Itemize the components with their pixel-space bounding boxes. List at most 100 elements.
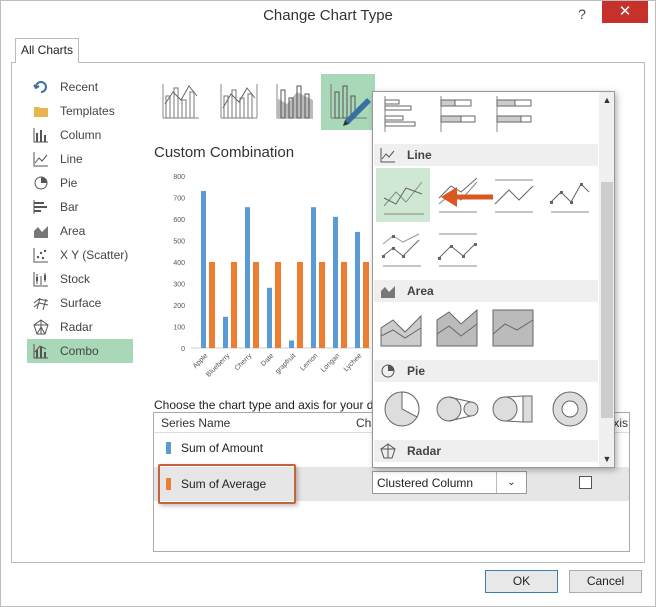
sidebar-item-label: Recent (60, 80, 99, 94)
sidebar-item-templates[interactable]: Templates (27, 99, 133, 123)
percent-stacked-area-icon (492, 309, 534, 347)
x-tick-label: Cherry (234, 352, 254, 372)
gallery-stacked-line-markers[interactable] (379, 226, 425, 272)
subtype-clustered-column-line[interactable] (153, 74, 207, 130)
bar-average (363, 262, 369, 348)
gallery-100-stacked-line[interactable] (491, 172, 537, 218)
subtype-column-line-secondary[interactable] (211, 74, 265, 130)
secondary-axis-checkbox[interactable] (579, 476, 592, 489)
bar-chart-icon (33, 200, 47, 214)
bar-amount (355, 231, 360, 348)
pie-of-pie-icon (436, 396, 479, 422)
scrollbar-thumb[interactable] (601, 182, 613, 418)
choose-chart-type-label: Choose the chart type and axis for your … (154, 398, 374, 412)
bar-amount (201, 191, 206, 348)
gallery-section-pie: Pie (374, 360, 598, 382)
gallery-bar-100-stacked[interactable] (491, 92, 537, 138)
gallery-bar-clustered[interactable] (379, 92, 425, 138)
stacked-area-icon (436, 308, 478, 347)
chart-type-select[interactable]: Clustered Column ⌄ (372, 471, 527, 494)
line-with-markers-icon (550, 183, 590, 213)
series-name-header: Series Name (161, 416, 231, 430)
gallery-section-radar: Radar (374, 440, 598, 462)
sidebar-item-recent[interactable]: Recent (27, 75, 133, 99)
sidebar-item-column[interactable]: Column (27, 123, 133, 147)
y-tick-label: 800 (173, 174, 185, 181)
bar-average (297, 262, 303, 348)
chart-type-value: Clustered Column (377, 476, 474, 490)
bar-amount (267, 287, 272, 348)
area-icon (380, 314, 422, 347)
gallery-100-stacked-area[interactable] (491, 306, 537, 352)
bar-amount (289, 340, 294, 348)
stacked-line-markers-icon (382, 233, 421, 267)
gallery-stacked-area[interactable] (435, 306, 481, 352)
sidebar-item-label: Stock (60, 272, 91, 286)
bar-average (275, 262, 281, 348)
gallery-scrollbar[interactable]: ▲ ▼ (599, 92, 614, 467)
percent-stacked-line-icon (494, 179, 534, 213)
sidebar-item-stock[interactable]: Stock (27, 267, 133, 291)
scroll-up-icon[interactable]: ▲ (599, 92, 614, 108)
sidebar-item-label: Area (60, 224, 86, 238)
y-tick-label: 600 (173, 217, 185, 224)
highlight-callout-box (158, 464, 296, 504)
gallery-section-area: Area (374, 280, 598, 302)
clustered-bar-icon (384, 96, 416, 132)
gallery-pie-of-pie[interactable] (435, 386, 481, 432)
help-button[interactable]: ? (572, 4, 592, 24)
doughnut-icon (552, 391, 588, 427)
bar-amount (311, 207, 316, 348)
gallery-100-stacked-line-markers[interactable] (435, 226, 481, 272)
bar-amount (223, 316, 228, 348)
sidebar-item-area[interactable]: Area (27, 219, 133, 243)
gallery-section-label: Line (407, 148, 432, 162)
x-tick-label: Longan (320, 352, 342, 374)
bar-of-pie-icon (492, 395, 533, 423)
gallery-line[interactable] (376, 168, 430, 222)
gallery-line-markers[interactable] (547, 172, 593, 218)
sidebar-item-combo[interactable]: Combo (27, 339, 133, 363)
sidebar-item-label: Surface (60, 296, 102, 310)
stacked-area-column-icon (276, 84, 313, 119)
column-chart-icon (33, 128, 48, 143)
sidebar-item-bar[interactable]: Bar (27, 195, 133, 219)
percent-stacked-bar-icon (496, 96, 532, 132)
combo-chart-icon (33, 344, 48, 359)
sidebar-item-scatter[interactable]: X Y (Scatter) (27, 243, 133, 267)
gallery-section-label: Radar (407, 444, 442, 458)
gallery-section-label: Area (407, 284, 434, 298)
gallery-doughnut[interactable] (547, 386, 593, 432)
cancel-button[interactable]: Cancel (569, 570, 642, 593)
gallery-section-label: Pie (407, 364, 426, 378)
sidebar-item-label: Templates (60, 104, 115, 118)
close-button[interactable]: ✕ (602, 1, 648, 23)
sidebar-item-radar[interactable]: Radar (27, 315, 133, 339)
gallery-bar-of-pie[interactable] (491, 386, 537, 432)
clustered-column-line-icon (162, 84, 199, 119)
subtype-custom-combination[interactable] (321, 74, 375, 130)
tab-all-charts[interactable]: All Charts (15, 38, 79, 63)
gallery-bar-stacked[interactable] (435, 92, 481, 138)
gallery-pie[interactable] (379, 386, 425, 432)
x-tick-label: Date (260, 352, 275, 367)
sidebar-item-label: Column (60, 128, 102, 142)
dialog-title: Change Chart Type (263, 7, 393, 24)
pie-icon (384, 391, 420, 427)
bar-average (231, 262, 237, 348)
sidebar-item-line[interactable]: Line (27, 147, 133, 171)
area-chart-icon (381, 286, 395, 298)
scroll-down-icon[interactable]: ▼ (599, 451, 614, 467)
pie-chart-icon (34, 176, 48, 190)
sidebar-item-pie[interactable]: Pie (27, 171, 133, 195)
line-chart-icon (33, 152, 48, 167)
ok-button[interactable]: OK (485, 570, 558, 593)
x-tick-label: grapfruit (274, 352, 297, 375)
x-tick-label: Lychee (343, 352, 364, 373)
chevron-down-icon[interactable]: ⌄ (496, 472, 526, 493)
sidebar-item-label: Bar (60, 200, 79, 214)
gallery-area[interactable] (379, 306, 425, 352)
sidebar-item-surface[interactable]: Surface (27, 291, 133, 315)
subtype-stacked-area-column[interactable] (267, 74, 321, 130)
scatter-chart-icon (33, 248, 48, 263)
